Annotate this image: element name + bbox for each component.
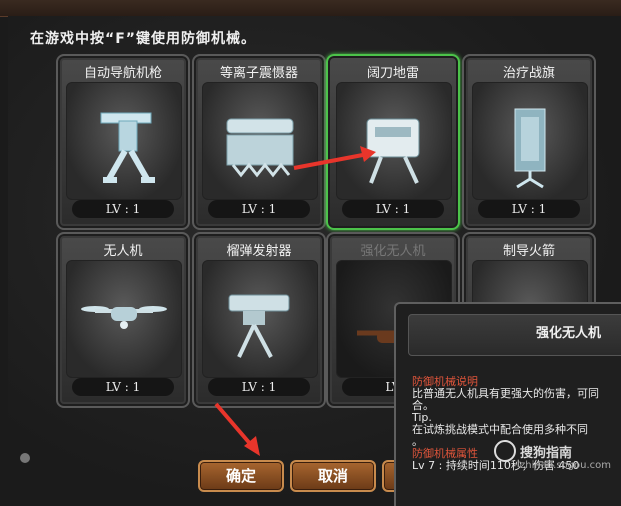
sogou-logo-icon bbox=[494, 440, 516, 462]
card-level: LV : 1 bbox=[72, 200, 174, 218]
card-auto-turret[interactable]: 自动导航机枪 LV : 1 bbox=[56, 54, 190, 230]
healing-banner-icon bbox=[472, 82, 588, 200]
card-title: 治疗战旗 bbox=[502, 66, 555, 81]
card-level: LV : 1 bbox=[342, 200, 444, 218]
red-arrow-icon bbox=[293, 146, 376, 170]
card-healing-banner[interactable]: 治疗战旗 LV : 1 bbox=[462, 54, 596, 230]
card-title: 强化无人机 bbox=[360, 244, 426, 259]
tooltip-desc-line: 合。 bbox=[412, 399, 434, 412]
card-title: 榴弹发射器 bbox=[226, 244, 292, 259]
tooltip-desc-line: 比普通无人机具有更强大的伤害，可同 bbox=[412, 387, 599, 400]
card-level: LV : 1 bbox=[72, 378, 174, 396]
tooltip-tip-text: 在试炼挑战模式中配合使用多种不同 bbox=[412, 423, 588, 436]
tooltip-title: 强化无人机 bbox=[536, 326, 602, 341]
card-title: 无人机 bbox=[103, 244, 143, 259]
red-arrow-icon bbox=[214, 402, 260, 456]
window-top-bar bbox=[0, 0, 621, 17]
card-title: 制导火箭 bbox=[502, 244, 555, 259]
tooltip-body: 防御机械说明 比普通无人机具有更强大的伤害，可同 合。 Tip. 在试炼挑战模式… bbox=[412, 376, 621, 472]
card-level: LV : 1 bbox=[478, 200, 580, 218]
card-grenade-launcher[interactable]: 榴弹发射器 LV : 1 bbox=[192, 232, 326, 408]
card-title: 等离子震慑器 bbox=[219, 66, 298, 81]
grenade-launcher-icon bbox=[202, 260, 318, 378]
drone-icon bbox=[66, 260, 182, 378]
cancel-button[interactable]: 取消 bbox=[290, 460, 376, 492]
instruction-text: 在游戏中按“F”键使用防御机械。 bbox=[30, 31, 256, 47]
card-drone[interactable]: 无人机 LV : 1 bbox=[56, 232, 190, 408]
card-level: LV : 1 bbox=[208, 378, 310, 396]
watermark-url: zhinan.sogou.com bbox=[520, 460, 612, 471]
turret-robot-icon bbox=[66, 82, 182, 200]
confirm-button[interactable]: 确定 bbox=[198, 460, 284, 492]
watermark-name: 搜狗指南 bbox=[520, 446, 573, 461]
bolt-decoration bbox=[20, 453, 30, 463]
card-level: LV : 1 bbox=[208, 200, 310, 218]
card-title: 自动导航机枪 bbox=[83, 66, 162, 81]
item-tooltip: 强化无人机 防御机械说明 比普通无人机具有更强大的伤害，可同 合。 Tip. 在… bbox=[394, 302, 621, 506]
card-title: 阔刀地雷 bbox=[366, 66, 419, 81]
